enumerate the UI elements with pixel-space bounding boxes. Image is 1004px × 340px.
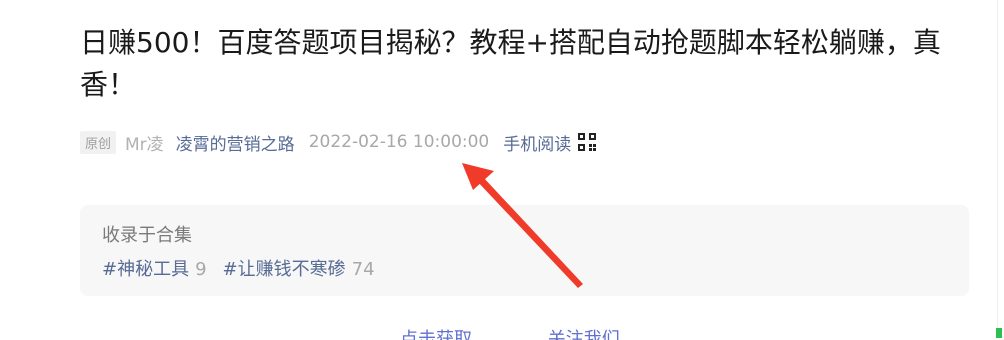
publish-time: 2022-02-16 10:00:00 [308,132,490,152]
account-name-link[interactable]: 凌霄的营销之路 [176,130,295,155]
original-badge: 原创 [80,130,117,154]
tag-count: 9 [195,259,207,280]
tag-make-money[interactable]: #让赚钱不寒碜 74 [223,255,375,281]
tag-name: #让赚钱不寒碜 [222,259,346,280]
article-title: 日赚500！百度答题项目揭秘？教程+搭配自动抢题脚本轻松躺赚，真香！ [80,26,941,101]
collection-box: 收录于合集 #神秘工具 9 #让赚钱不寒碜 74 [80,205,969,296]
mobile-read-label: 手机阅读 [503,134,572,155]
author-name: Mr凌 [125,134,164,155]
collection-label: 收录于合集 [102,225,192,246]
tag-mystery-tools[interactable]: #神秘工具 9 [102,255,207,281]
mobile-read-button[interactable]: 手机阅读 [503,130,597,155]
article-meta: 原创 Mr凌 凌霄的营销之路 2022-02-16 10:00:00 手机阅读 [80,128,597,156]
arrow-head [462,163,494,190]
tag-name: #神秘工具 [102,259,190,280]
tag-count: 74 [351,259,375,280]
footer-links: 点击获取 关注我们 [400,326,690,340]
qr-code-icon [578,133,597,151]
scroll-indicator [996,328,1002,338]
follow-link[interactable]: 关注我们 [548,329,620,340]
get-link[interactable]: 点击获取 [400,329,472,340]
collection-tags: #神秘工具 9 #让赚钱不寒碜 74 [102,255,391,281]
right-edge-divider [997,0,998,330]
